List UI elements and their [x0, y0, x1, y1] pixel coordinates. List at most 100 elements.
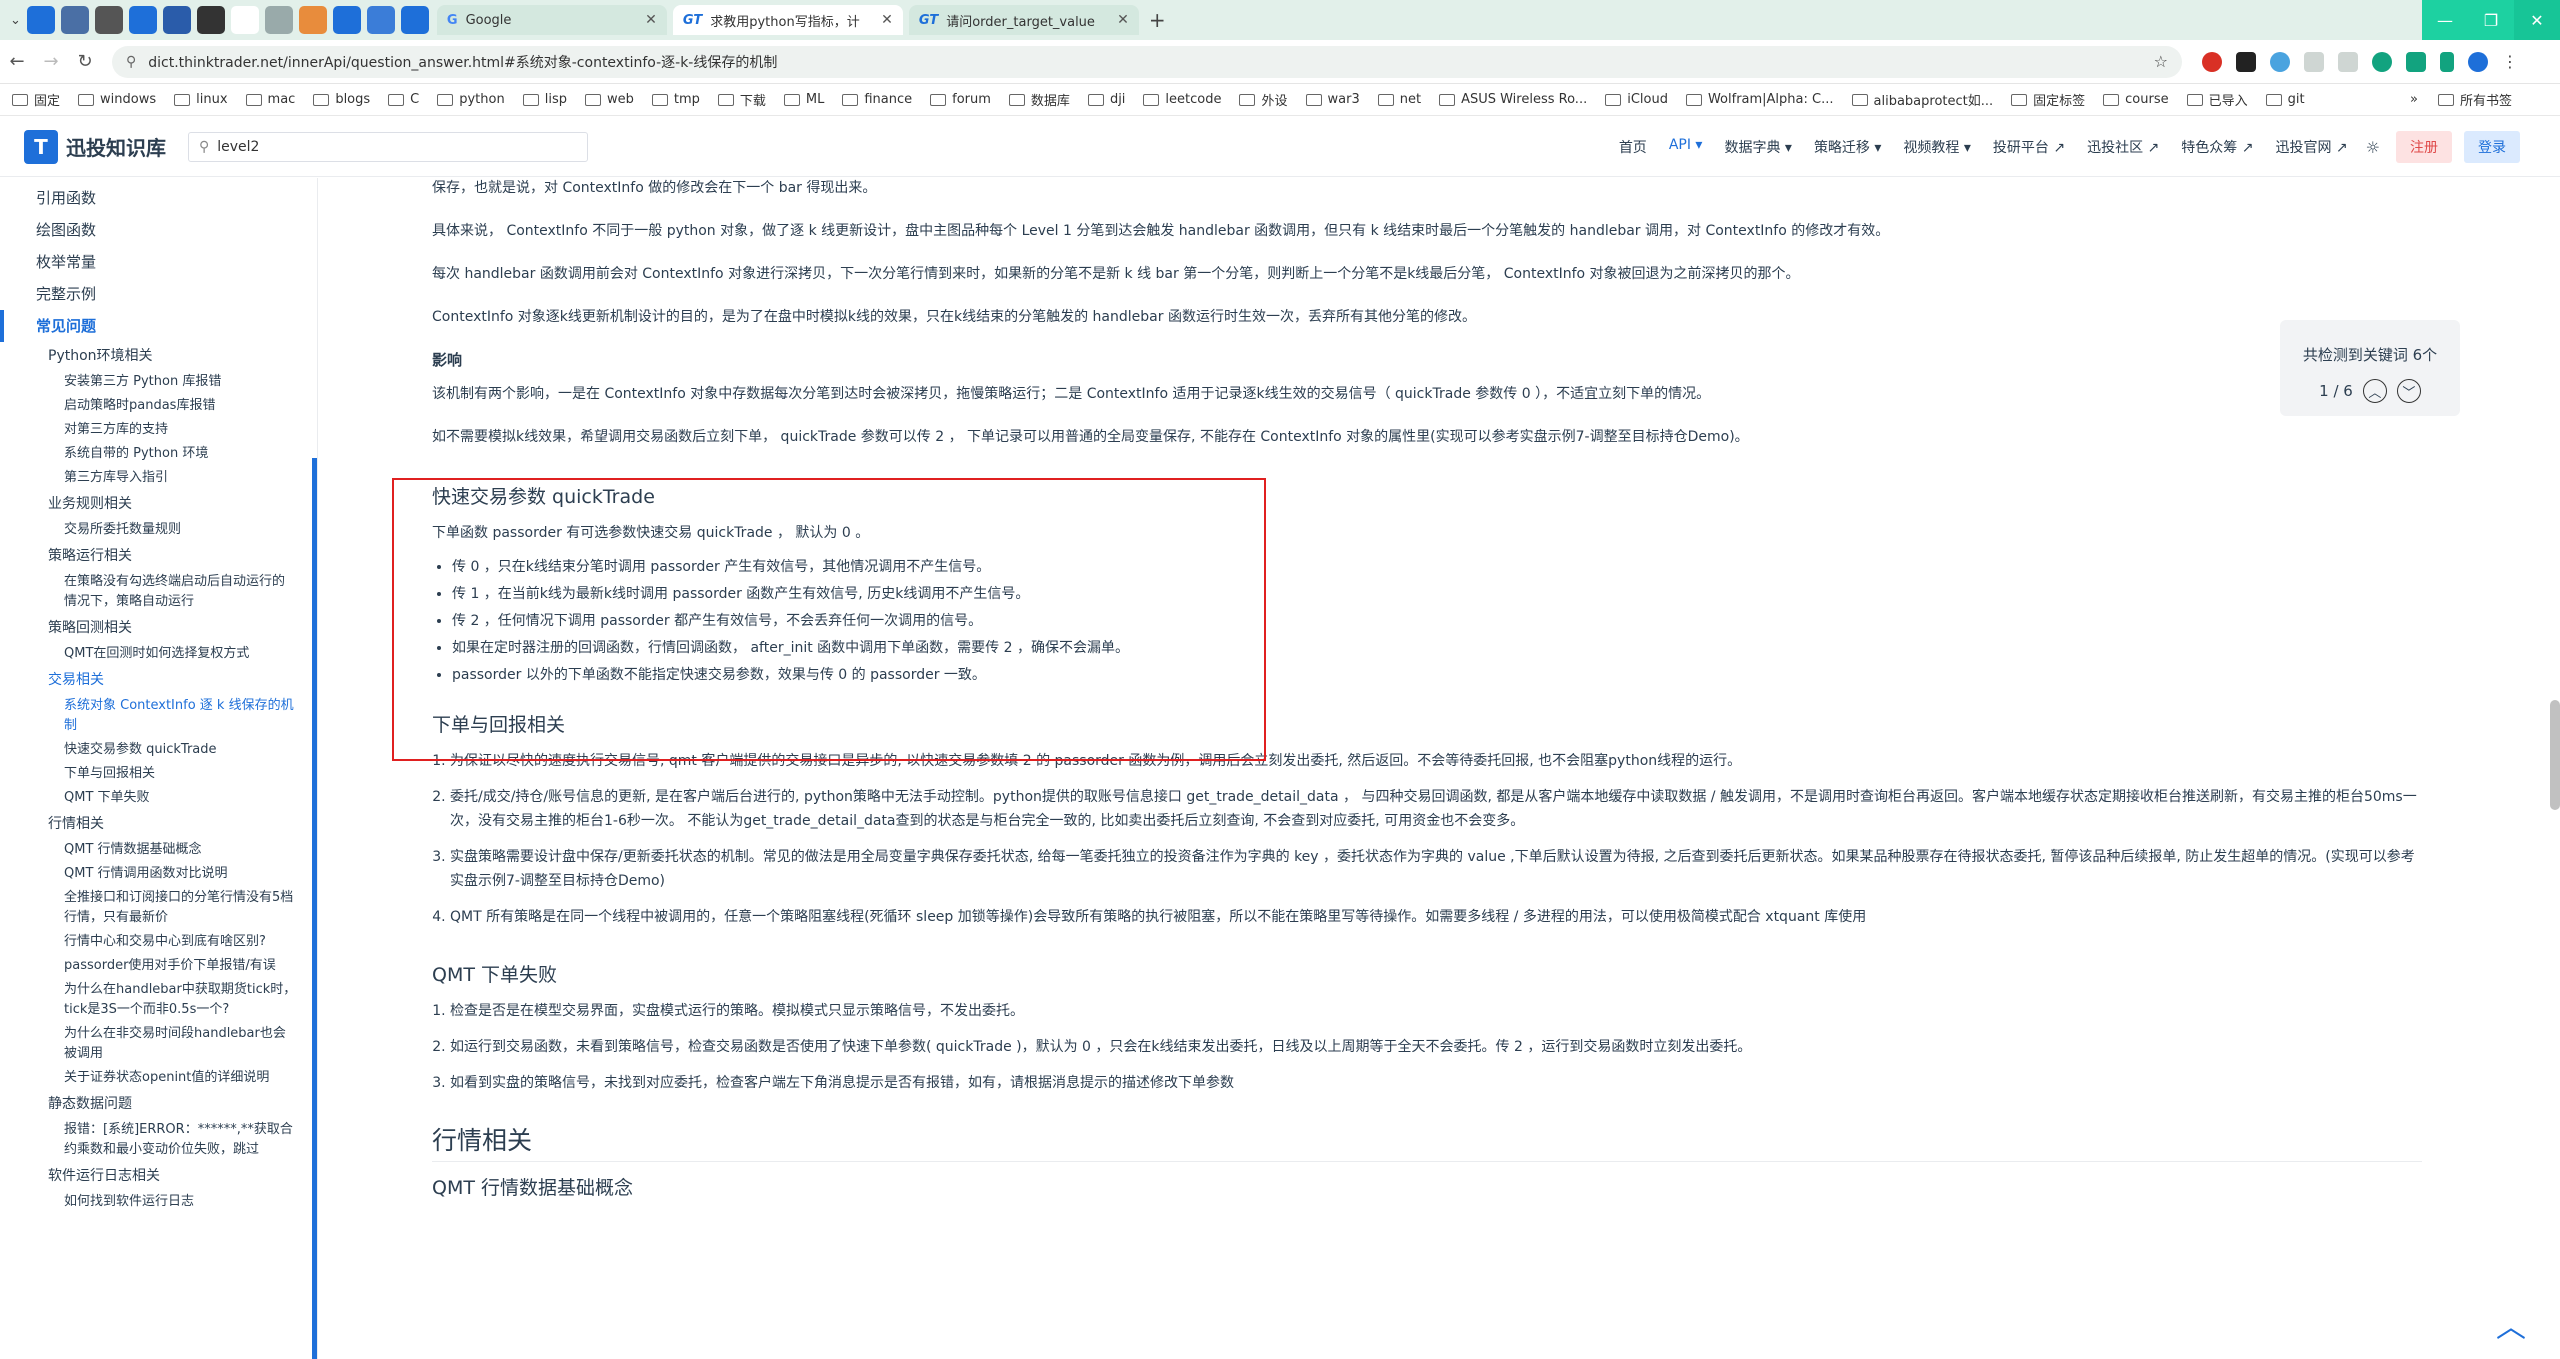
tab-order-target[interactable]: GT 请问order_target_value的使用… ✕	[908, 5, 1139, 35]
bookmark-item[interactable]: 固定	[12, 90, 60, 109]
bookmark-item[interactable]: 外设	[1239, 90, 1288, 109]
site-info-icon[interactable]: ⚲	[126, 54, 136, 70]
sidepanel-icon[interactable]	[2440, 51, 2454, 72]
bookmark-item[interactable]: ASUS Wireless Ro...	[1439, 90, 1587, 109]
bookmark-star-icon[interactable]: ☆	[2154, 52, 2168, 71]
puzzle-icon[interactable]	[2406, 51, 2426, 72]
prev-match-button[interactable]: ︿	[2362, 379, 2387, 403]
reload-button[interactable]: ↻	[68, 51, 102, 72]
sidebar-group[interactable]: 策略运行相关	[0, 542, 317, 570]
bookmark-item[interactable]: forum	[930, 90, 991, 109]
sidebar-group[interactable]: 静态数据问题	[0, 1090, 317, 1118]
sidebar-group[interactable]: 业务规则相关	[0, 490, 317, 518]
next-match-button[interactable]: ﹀	[2396, 379, 2421, 403]
sidebar-leaf[interactable]: 快速交易参数 quickTrade	[0, 738, 317, 762]
sidebar-item[interactable]: 完整示例	[0, 278, 317, 310]
bookmark-item[interactable]: course	[2103, 90, 2169, 109]
sidebar-leaf[interactable]: 对第三方库的支持	[0, 418, 317, 442]
pinned-tab[interactable]	[366, 6, 395, 34]
nav-item[interactable]: 策略迁移 ▾	[1814, 137, 1881, 157]
extension-icon[interactable]	[2202, 51, 2222, 72]
sidebar-item[interactable]: 引用函数	[0, 182, 317, 214]
extension-icon[interactable]	[2338, 51, 2358, 72]
bookmark-item[interactable]: net	[1377, 90, 1421, 109]
pinned-tab[interactable]	[264, 6, 293, 34]
sidebar-item[interactable]: 常见问题	[0, 310, 317, 342]
bookmark-item[interactable]: 下载	[717, 90, 766, 109]
bookmark-item[interactable]: blogs	[313, 90, 370, 109]
sidebar-leaf[interactable]: 为什么在handlebar中获取期货tick时，tick是3S一个而非0.5s一…	[0, 978, 317, 1022]
site-logo[interactable]: T 迅投知识库	[24, 129, 166, 164]
bookmarks-overflow-icon[interactable]: »	[2410, 92, 2418, 107]
close-icon[interactable]: ✕	[637, 12, 657, 28]
theme-toggle-icon[interactable]: ☼	[2366, 138, 2380, 157]
bookmark-item[interactable]: 已导入	[2186, 90, 2248, 109]
back-button[interactable]: ←	[0, 51, 34, 72]
sidebar-group[interactable]: Python环境相关	[0, 342, 317, 370]
extension-icon[interactable]	[2304, 51, 2324, 72]
bookmark-item[interactable]: linux	[174, 90, 228, 109]
sidebar-leaf[interactable]: 系统自带的 Python 环境	[0, 442, 317, 466]
pinned-tab[interactable]	[94, 6, 123, 34]
bookmark-item[interactable]: alibabaprotect如...	[1851, 90, 1993, 109]
nav-item[interactable]: 数据字典 ▾	[1724, 137, 1791, 157]
tab-active[interactable]: GT 求教用python写指标，计算出… ✕	[672, 5, 903, 35]
page-scrollbar[interactable]	[2550, 700, 2560, 810]
close-icon[interactable]: ✕	[1109, 12, 1129, 28]
sidebar-group[interactable]: 策略回测相关	[0, 614, 317, 642]
restore-button[interactable]: ❐	[2468, 0, 2514, 40]
sidebar-leaf[interactable]: 全推接口和订阅接口的分笔行情没有5档行情，只有最新价	[0, 886, 317, 930]
nav-item[interactable]: 投研平台 ↗	[1993, 137, 2065, 157]
sidebar-leaf[interactable]: 行情中心和交易中心到底有啥区别?	[0, 930, 317, 954]
bookmark-item[interactable]: ML	[783, 90, 824, 109]
sidebar-group[interactable]: 交易相关	[0, 666, 317, 694]
bookmark-item[interactable]: 数据库	[1008, 90, 1070, 109]
extension-icon[interactable]	[2270, 51, 2290, 72]
nav-item[interactable]: 迅投官网 ↗	[2275, 137, 2347, 157]
sidebar-leaf[interactable]: 报错：[系统]ERROR：******,**获取合约乘数和最小变动价位失败，跳过	[0, 1118, 317, 1162]
sidebar-leaf[interactable]: 下单与回报相关	[0, 762, 317, 786]
bookmark-item[interactable]: lisp	[522, 90, 567, 109]
register-button[interactable]: 注册	[2396, 131, 2452, 163]
nav-item[interactable]: 特色众筹 ↗	[2181, 137, 2253, 157]
nav-item[interactable]: 视频教程 ▾	[1903, 137, 1970, 157]
sidebar-leaf[interactable]: 系统对象 ContextInfo 逐 k 线保存的机制	[0, 694, 317, 738]
bookmark-item[interactable]: 固定标签	[2011, 90, 2085, 109]
pinned-tab[interactable]	[400, 6, 429, 34]
bookmark-item[interactable]: python	[437, 90, 505, 109]
bookmark-item[interactable]: leetcode	[1143, 90, 1221, 109]
pinned-tab[interactable]	[26, 6, 55, 34]
bookmark-item[interactable]: web	[584, 90, 634, 109]
sidebar-leaf[interactable]: 如何找到软件运行日志	[0, 1190, 317, 1214]
bookmark-item[interactable]: git	[2265, 90, 2305, 109]
nav-item[interactable]: 迅投社区 ↗	[2087, 137, 2159, 157]
tab-google[interactable]: G Google ✕	[436, 5, 667, 35]
bookmark-item[interactable]: finance	[842, 90, 912, 109]
bookmark-item[interactable]: dji	[1087, 90, 1125, 109]
all-bookmarks[interactable]: 所有书签	[2437, 90, 2512, 109]
sidebar-leaf[interactable]: 第三方库导入指引	[0, 466, 317, 490]
sidebar-leaf[interactable]: QMT在回测时如何选择复权方式	[0, 642, 317, 666]
sidebar-leaf[interactable]: 交易所委托数量规则	[0, 518, 317, 542]
login-button[interactable]: 登录	[2464, 131, 2520, 163]
pinned-tab[interactable]	[298, 6, 327, 34]
menu-icon[interactable]: ⋮	[2502, 52, 2518, 72]
close-window-button[interactable]: ✕	[2514, 0, 2560, 40]
pinned-tab[interactable]	[128, 6, 157, 34]
extension-icon[interactable]	[2236, 51, 2256, 72]
bookmark-item[interactable]: tmp	[651, 90, 700, 109]
sidebar-leaf[interactable]: 关于证券状态openint值的详细说明	[0, 1066, 317, 1090]
sidebar-group[interactable]: 软件运行日志相关	[0, 1162, 317, 1190]
sidebar-leaf[interactable]: 为什么在非交易时间段handlebar也会被调用	[0, 1022, 317, 1066]
sidebar-leaf[interactable]: 启动策略时pandas库报错	[0, 394, 317, 418]
pinned-tab[interactable]	[60, 6, 89, 34]
bookmark-item[interactable]: iCloud	[1605, 90, 1668, 109]
close-icon[interactable]: ✕	[873, 12, 893, 28]
bookmark-item[interactable]: windows	[78, 90, 156, 109]
back-to-top-button[interactable]: ︿	[2496, 1302, 2526, 1346]
sidebar-leaf[interactable]: QMT 行情数据基础概念	[0, 838, 317, 862]
forward-button[interactable]: →	[34, 51, 68, 72]
nav-item[interactable]: API ▾	[1669, 137, 1703, 157]
sidebar-leaf[interactable]: QMT 行情调用函数对比说明	[0, 862, 317, 886]
tab-search-icon[interactable]: ⌄	[10, 13, 21, 28]
